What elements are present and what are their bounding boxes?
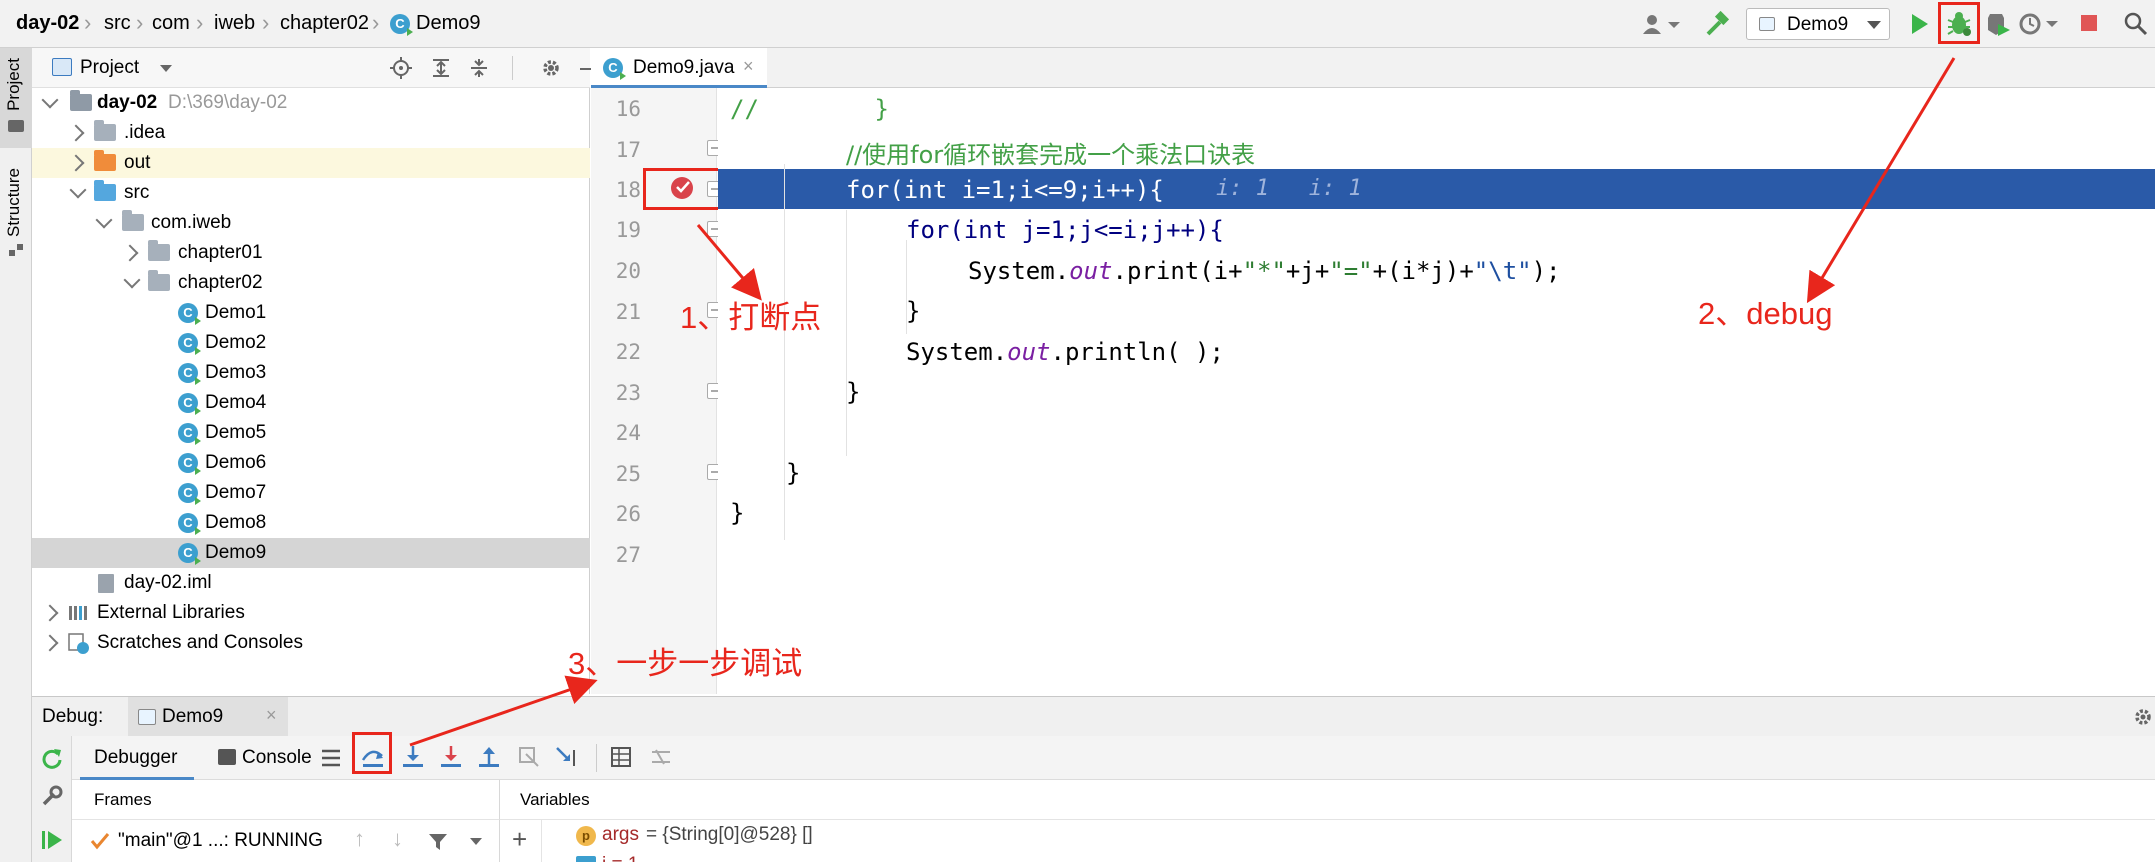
arrow-to-debug-label bbox=[1806, 57, 1956, 304]
arrow-to-step-label bbox=[409, 675, 598, 747]
ide-window: day-02 › src › com › iweb › chapter02 › … bbox=[0, 0, 2155, 862]
arrow-to-breakpoint-label bbox=[696, 224, 762, 301]
annotation-arrows bbox=[409, 57, 1956, 747]
